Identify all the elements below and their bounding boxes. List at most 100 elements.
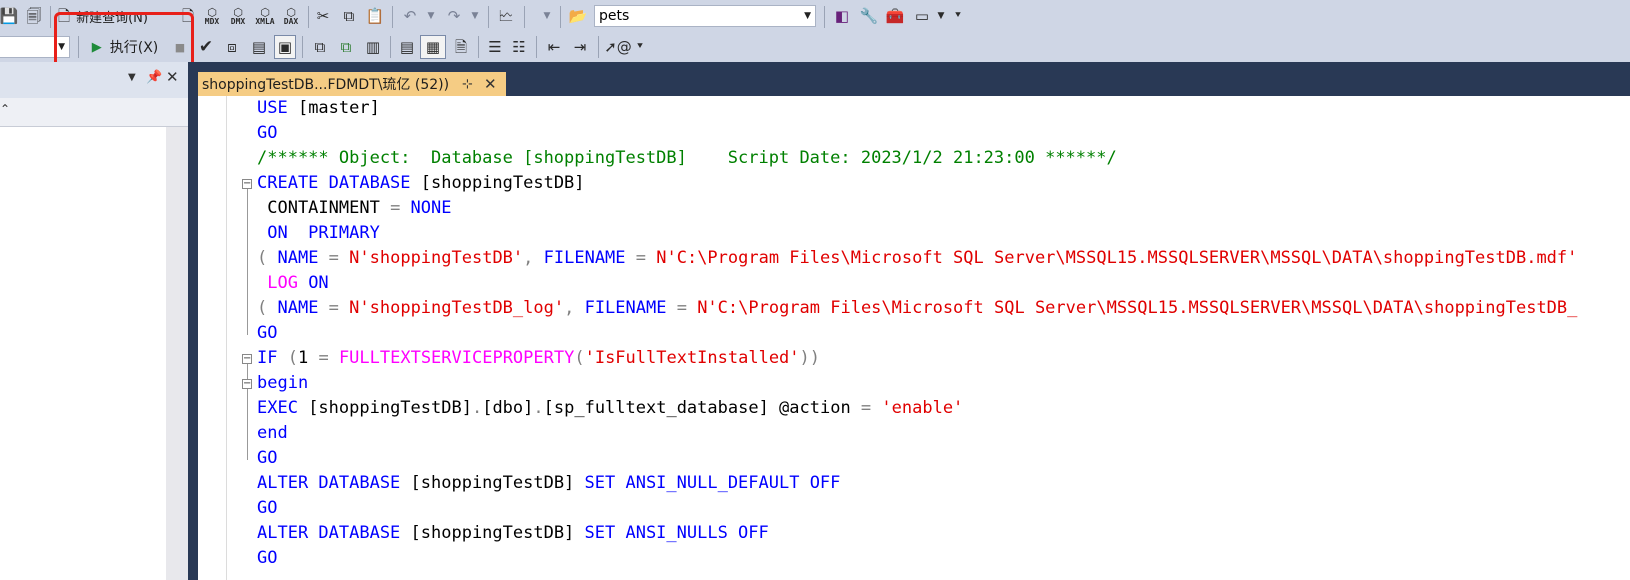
code-token: ALTER DATABASE bbox=[257, 523, 411, 543]
code-token: end bbox=[257, 423, 288, 443]
standard-toolbar: 💾 🗐 🗋 新建查询(N) 🗋 ⬡ MDX ⬡ DMX ⬡ XMLA ⬡ DAX ✂ ⧉… bbox=[0, 0, 1630, 32]
fold-guide-line bbox=[247, 189, 248, 335]
open-file-icon[interactable]: 🗋 bbox=[178, 4, 198, 28]
sql-code-editor[interactable]: USE [master] GO/****** Object: Database [… bbox=[227, 96, 1630, 580]
code-token: 1 bbox=[297, 348, 319, 368]
pin-icon[interactable]: 📌 bbox=[146, 70, 162, 85]
code-token: ( bbox=[257, 248, 278, 268]
undo-icon[interactable]: ↶ bbox=[398, 4, 422, 28]
object-explorer-tree[interactable] bbox=[0, 127, 166, 580]
execute-button[interactable]: ▶ 执行(X) bbox=[86, 35, 164, 59]
toolbar-overflow-icon[interactable]: ⯆ bbox=[952, 4, 964, 28]
code-token: EXEC bbox=[257, 398, 309, 418]
code-line[interactable]: USE [master] bbox=[257, 96, 380, 121]
code-token: . bbox=[533, 398, 544, 418]
code-token: GO bbox=[257, 498, 278, 518]
query-options-icon[interactable]: ▤ bbox=[248, 35, 270, 59]
code-line[interactable]: EXEC [shoppingTestDB].[dbo].[sp_fulltext… bbox=[257, 396, 963, 421]
comment-lines-icon[interactable]: ☰ bbox=[484, 35, 506, 59]
parse-checkmark-icon[interactable]: ✔ bbox=[196, 35, 216, 59]
code-line[interactable]: /****** Object: Database [shoppingTestDB… bbox=[257, 146, 1117, 171]
stop-icon[interactable]: ■ bbox=[172, 35, 188, 59]
code-line[interactable]: LOG ON bbox=[257, 271, 328, 296]
code-token: /****** Object: Database [shoppingTestDB… bbox=[257, 148, 1117, 168]
code-token: ON PRIMARY bbox=[257, 223, 380, 243]
vertical-scrollbar[interactable] bbox=[166, 127, 188, 580]
code-token: USE bbox=[257, 98, 298, 118]
code-token: N'C:\Program Files\Microsoft SQL Server\… bbox=[656, 248, 1578, 268]
code-line[interactable]: GO bbox=[257, 446, 277, 471]
collapse-region-icon[interactable]: − bbox=[242, 179, 252, 189]
database-selector[interactable]: pets ▼ bbox=[594, 5, 816, 27]
save-all-icon[interactable]: 🗐 bbox=[22, 4, 46, 28]
code-line[interactable]: GO bbox=[257, 496, 277, 521]
code-line[interactable]: ALTER DATABASE [shoppingTestDB] SET ANSI… bbox=[257, 521, 769, 546]
live-query-statistics-icon[interactable]: ⧉ bbox=[334, 35, 358, 59]
toolbar-separator bbox=[78, 36, 79, 58]
visual-studio-icon[interactable]: ◧ bbox=[830, 4, 854, 28]
undo-dropdown-icon[interactable]: ▼ bbox=[424, 4, 438, 28]
decrease-indent-icon[interactable]: ⇤ bbox=[542, 35, 566, 59]
cube-icon: ⬡ bbox=[260, 5, 270, 19]
cut-icon[interactable]: ✂ bbox=[312, 4, 334, 28]
mdx-query-button[interactable]: ⬡ MDX bbox=[200, 4, 224, 28]
dmx-query-button[interactable]: ⬡ DMX bbox=[226, 4, 250, 28]
code-token: SET ANSI_NULL_DEFAULT OFF bbox=[584, 473, 841, 493]
save-icon[interactable]: 💾 bbox=[0, 4, 18, 28]
command-window-icon[interactable]: ▭ bbox=[910, 4, 934, 28]
dax-query-button[interactable]: ⬡ DAX bbox=[280, 4, 302, 28]
toolbox-icon[interactable]: 🧰 bbox=[884, 4, 906, 28]
execute-label: 执行(X) bbox=[109, 40, 159, 56]
pin-icon[interactable]: ⊹ bbox=[462, 77, 473, 92]
results-to-grid-icon[interactable]: ▦ bbox=[420, 35, 446, 59]
close-icon[interactable]: ✕ bbox=[166, 68, 179, 86]
code-line[interactable]: end bbox=[257, 421, 288, 446]
command-window-dropdown-icon[interactable]: ▼ bbox=[934, 4, 948, 28]
tab-query-document[interactable]: shoppingTestDB...FDMDT\琉亿 (52)) ⊹ ✕ bbox=[198, 72, 506, 96]
toolbar-overflow-icon[interactable]: ⯆ bbox=[634, 35, 646, 59]
xmla-query-button[interactable]: ⬡ XMLA bbox=[252, 4, 278, 28]
close-icon[interactable]: ✕ bbox=[484, 75, 497, 93]
increase-indent-icon[interactable]: ⇥ bbox=[568, 35, 592, 59]
copy-icon[interactable]: ⧉ bbox=[338, 4, 360, 28]
solution-config-dropdown-icon[interactable]: ▼ bbox=[540, 4, 554, 28]
code-line[interactable]: ( NAME = N'shoppingTestDB_log', FILENAME… bbox=[257, 296, 1577, 321]
activity-monitor-icon[interactable]: 🗠 bbox=[494, 4, 518, 28]
code-line[interactable]: CONTAINMENT = NONE bbox=[257, 196, 451, 221]
uncomment-lines-icon[interactable]: ☷ bbox=[508, 35, 530, 59]
find-in-files-icon[interactable]: 📂 bbox=[566, 4, 590, 28]
code-line[interactable]: ( NAME = N'shoppingTestDB', FILENAME = N… bbox=[257, 246, 1577, 271]
code-line[interactable]: ON PRIMARY bbox=[257, 221, 380, 246]
results-to-text-icon[interactable]: ▤ bbox=[396, 35, 418, 59]
include-actual-plan-icon[interactable]: ⧉ bbox=[308, 35, 332, 59]
code-line[interactable]: GO bbox=[257, 321, 277, 346]
available-databases-dropdown[interactable]: ▼ bbox=[0, 36, 70, 58]
collapse-region-icon[interactable]: − bbox=[242, 354, 252, 364]
wrench-icon[interactable]: 🔧 bbox=[858, 4, 880, 28]
redo-icon[interactable]: ↷ bbox=[442, 4, 466, 28]
panel-splitter[interactable] bbox=[188, 62, 198, 580]
redo-dropdown-icon[interactable]: ▼ bbox=[468, 4, 482, 28]
code-line[interactable]: IF (1 = FULLTEXTSERVICEPROPERTY('IsFullT… bbox=[257, 346, 820, 371]
tab-title: shoppingTestDB...FDMDT\琉亿 (52)) bbox=[202, 77, 450, 93]
code-line[interactable]: begin bbox=[257, 371, 308, 396]
collapse-arrow-icon[interactable]: ⌃ bbox=[0, 102, 10, 116]
toolbar-separator bbox=[536, 36, 537, 58]
code-line[interactable]: ALTER DATABASE [shoppingTestDB] SET ANSI… bbox=[257, 471, 840, 496]
paste-icon[interactable]: 📋 bbox=[364, 4, 386, 28]
code-line[interactable]: GO bbox=[257, 546, 277, 571]
client-statistics-icon[interactable]: ▥ bbox=[362, 35, 384, 59]
panel-menu-dropdown-icon[interactable]: ▼ bbox=[128, 72, 136, 83]
display-estimated-plan-icon[interactable]: ⧈ bbox=[220, 35, 244, 59]
intellisense-enabled-icon[interactable]: ▣ bbox=[274, 35, 296, 59]
results-to-file-icon[interactable]: 🗎 bbox=[450, 35, 472, 59]
panel-header: ▼ 📌 ✕ bbox=[0, 62, 190, 98]
collapse-region-icon[interactable]: − bbox=[242, 379, 252, 389]
code-line[interactable]: GO bbox=[257, 121, 277, 146]
specify-template-values-icon[interactable]: ➚@ bbox=[604, 35, 632, 59]
cube-icon: ⬡ bbox=[233, 5, 243, 19]
code-token: = bbox=[860, 398, 882, 418]
new-query-button[interactable]: 🗋 新建查询(N) bbox=[58, 4, 176, 28]
code-line[interactable]: CREATE DATABASE [shoppingTestDB] bbox=[257, 171, 585, 196]
toolbar-separator bbox=[824, 6, 825, 28]
